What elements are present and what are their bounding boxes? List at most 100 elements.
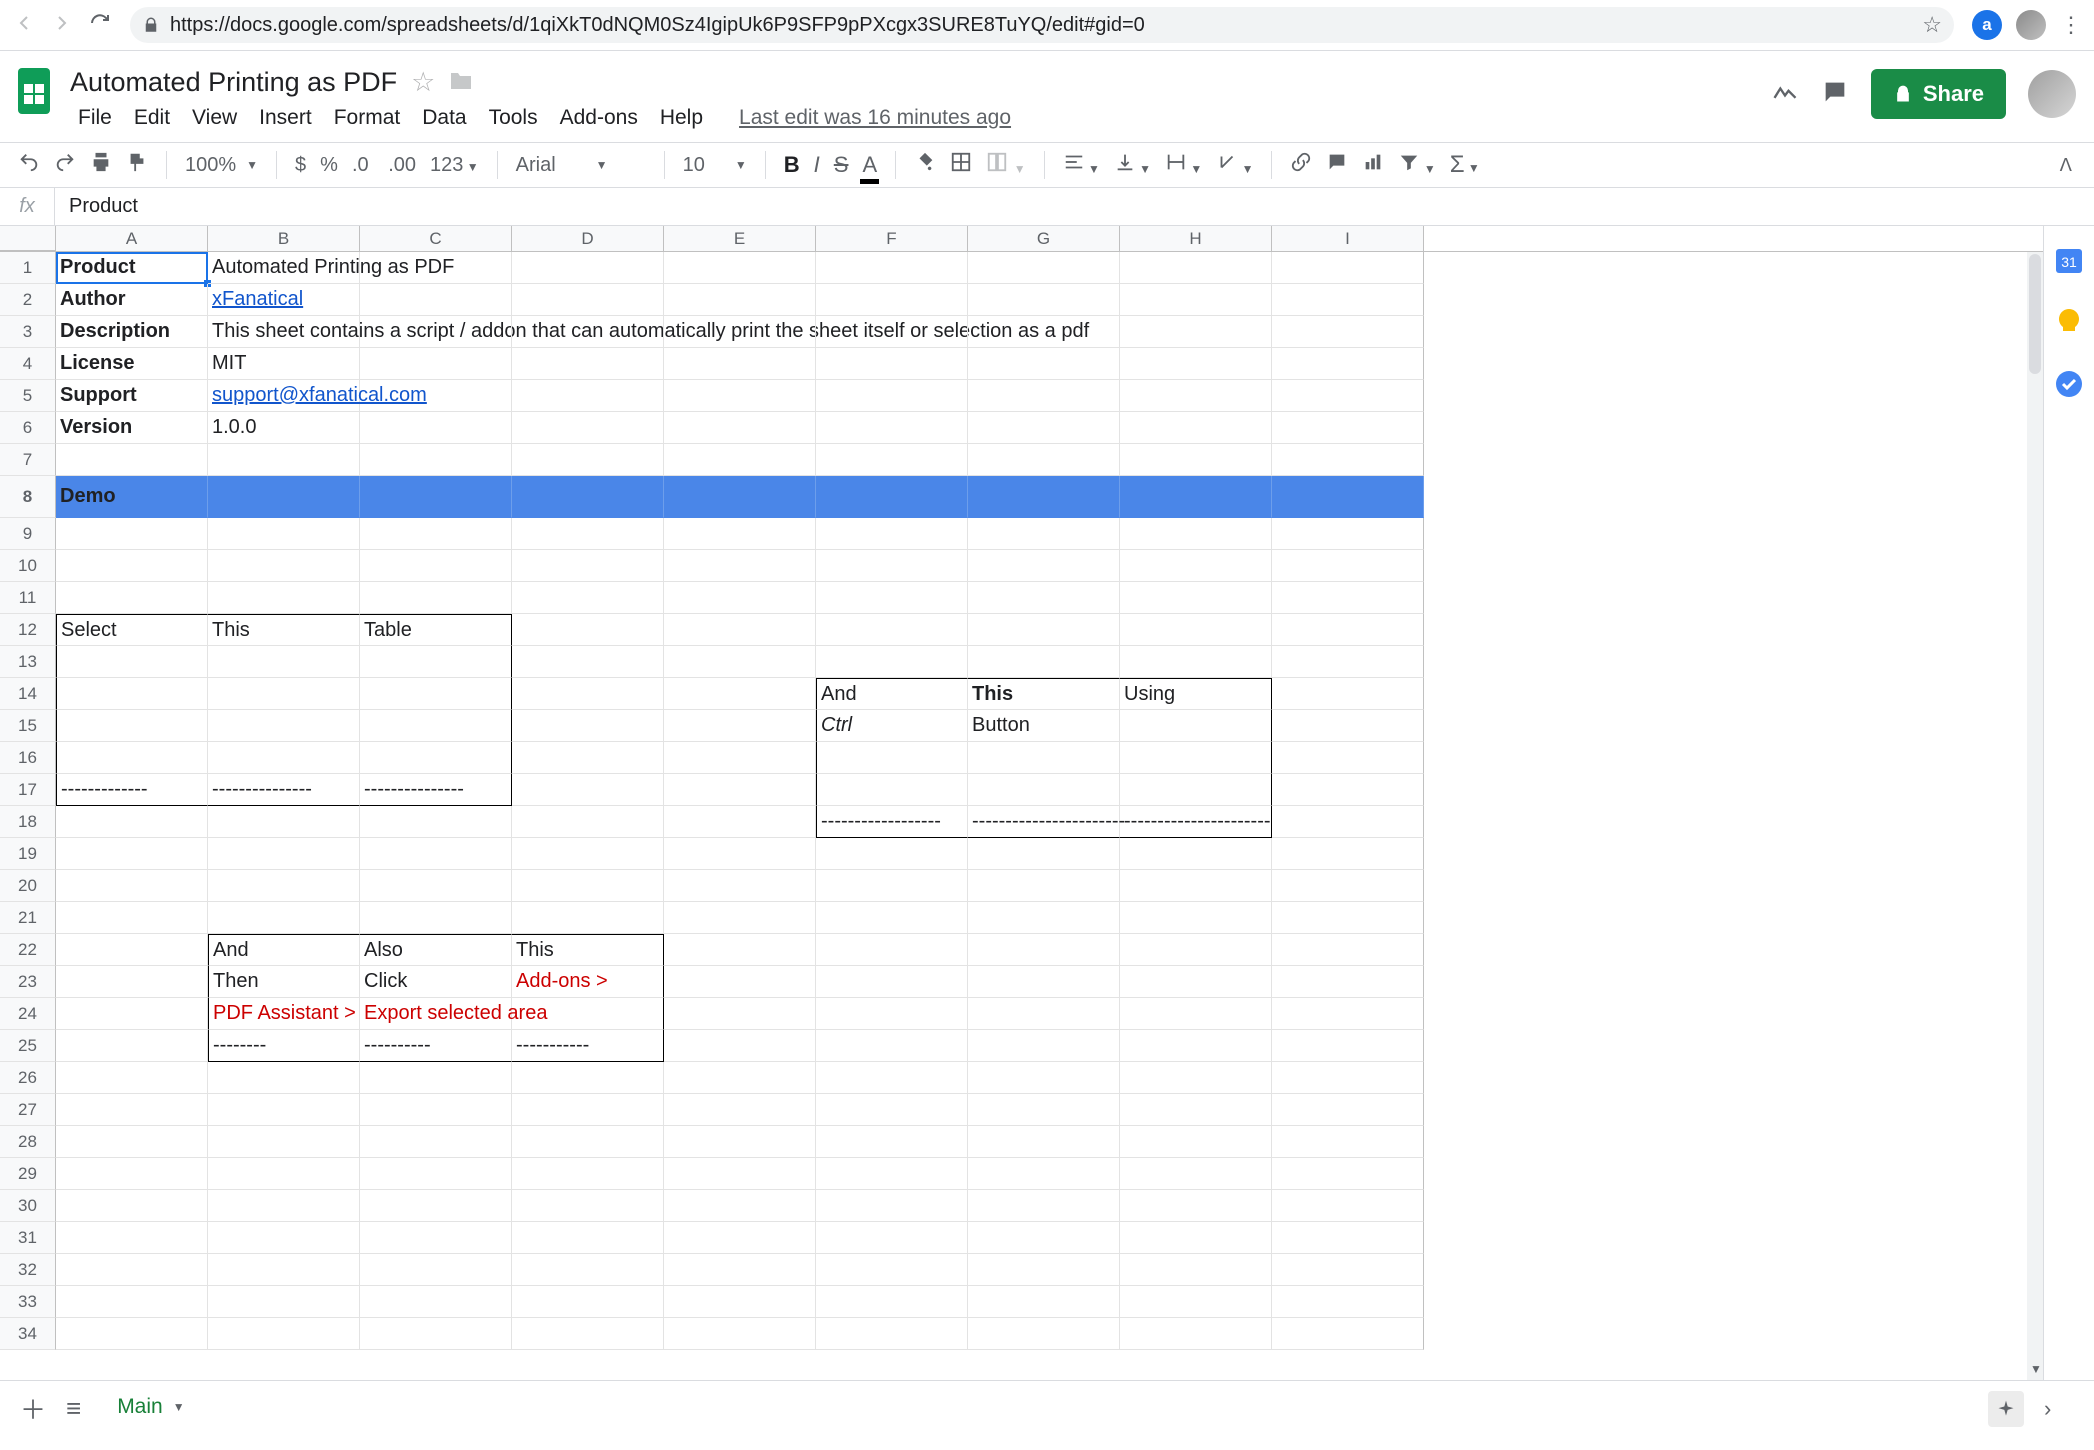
format-percent-icon[interactable]: %: [320, 154, 338, 177]
cell-I19[interactable]: [1272, 838, 1424, 870]
cell-C10[interactable]: [360, 550, 512, 582]
cell-G2[interactable]: [968, 284, 1120, 316]
cell-I23[interactable]: [1272, 966, 1424, 998]
cell-E34[interactable]: [664, 1318, 816, 1350]
cell-D3[interactable]: [512, 316, 664, 348]
cell-B29[interactable]: [208, 1158, 360, 1190]
cell-D4[interactable]: [512, 348, 664, 380]
cell-F32[interactable]: [816, 1254, 968, 1286]
cell-G34[interactable]: [968, 1318, 1120, 1350]
cell-F21[interactable]: [816, 902, 968, 934]
cell-F3[interactable]: [816, 316, 968, 348]
cell-F18[interactable]: ------------------: [816, 806, 968, 838]
cell-A3[interactable]: Description: [56, 316, 208, 348]
cell-B10[interactable]: [208, 550, 360, 582]
row-header-32[interactable]: 32: [0, 1254, 56, 1286]
cell-H6[interactable]: [1120, 412, 1272, 444]
cell-C14[interactable]: [360, 678, 512, 710]
cell-E19[interactable]: [664, 838, 816, 870]
cell-I13[interactable]: [1272, 646, 1424, 678]
cell-B15[interactable]: [208, 710, 360, 742]
calendar-addon-icon[interactable]: 31: [2053, 244, 2085, 276]
cell-A8[interactable]: Demo: [56, 476, 208, 518]
cell-E28[interactable]: [664, 1126, 816, 1158]
cell-H29[interactable]: [1120, 1158, 1272, 1190]
cell-D16[interactable]: [512, 742, 664, 774]
cell-B16[interactable]: [208, 742, 360, 774]
cell-H1[interactable]: [1120, 252, 1272, 284]
cell-C11[interactable]: [360, 582, 512, 614]
cell-D6[interactable]: [512, 412, 664, 444]
cell-A2[interactable]: Author: [56, 284, 208, 316]
row-header-30[interactable]: 30: [0, 1190, 56, 1222]
row-header-34[interactable]: 34: [0, 1318, 56, 1350]
cell-F22[interactable]: [816, 934, 968, 966]
cell-B30[interactable]: [208, 1190, 360, 1222]
row-header-33[interactable]: 33: [0, 1286, 56, 1318]
cell-B24[interactable]: PDF Assistant >: [208, 998, 360, 1030]
cell-C27[interactable]: [360, 1094, 512, 1126]
cell-D10[interactable]: [512, 550, 664, 582]
cell-F1[interactable]: [816, 252, 968, 284]
nav-reload-icon[interactable]: [88, 11, 112, 40]
cell-B19[interactable]: [208, 838, 360, 870]
cell-I34[interactable]: [1272, 1318, 1424, 1350]
cell-F34[interactable]: [816, 1318, 968, 1350]
cell-E29[interactable]: [664, 1158, 816, 1190]
increase-decimal-icon[interactable]: .00: [388, 154, 416, 177]
cell-I15[interactable]: [1272, 710, 1424, 742]
cell-B9[interactable]: [208, 518, 360, 550]
row-header-18[interactable]: 18: [0, 806, 56, 838]
cell-C24[interactable]: Export selected area: [360, 998, 512, 1030]
borders-icon[interactable]: [950, 151, 972, 179]
cell-A32[interactable]: [56, 1254, 208, 1286]
cell-F11[interactable]: [816, 582, 968, 614]
cell-D11[interactable]: [512, 582, 664, 614]
cell-C26[interactable]: [360, 1062, 512, 1094]
select-all-corner[interactable]: [0, 226, 56, 251]
cell-F9[interactable]: [816, 518, 968, 550]
cell-H33[interactable]: [1120, 1286, 1272, 1318]
cell-C15[interactable]: [360, 710, 512, 742]
cell-A27[interactable]: [56, 1094, 208, 1126]
cell-G22[interactable]: [968, 934, 1120, 966]
cell-H10[interactable]: [1120, 550, 1272, 582]
cell-D30[interactable]: [512, 1190, 664, 1222]
cell-H7[interactable]: [1120, 444, 1272, 476]
cell-E5[interactable]: [664, 380, 816, 412]
collapse-toolbar-icon[interactable]: ᐱ: [2060, 155, 2072, 176]
row-header-21[interactable]: 21: [0, 902, 56, 934]
cell-E31[interactable]: [664, 1222, 816, 1254]
cell-D17[interactable]: [512, 774, 664, 806]
cell-C12[interactable]: Table: [360, 614, 512, 646]
cell-C6[interactable]: [360, 412, 512, 444]
row-header-11[interactable]: 11: [0, 582, 56, 614]
sheets-logo-icon[interactable]: [12, 61, 56, 121]
cell-G9[interactable]: [968, 518, 1120, 550]
cell-I24[interactable]: [1272, 998, 1424, 1030]
print-icon[interactable]: [90, 151, 112, 179]
cell-E2[interactable]: [664, 284, 816, 316]
cell-C5[interactable]: [360, 380, 512, 412]
cell-B22[interactable]: And: [208, 934, 360, 966]
comment-icon[interactable]: [1326, 151, 1348, 179]
cell-E10[interactable]: [664, 550, 816, 582]
cell-A34[interactable]: [56, 1318, 208, 1350]
cell-G26[interactable]: [968, 1062, 1120, 1094]
cell-C19[interactable]: [360, 838, 512, 870]
cell-F15[interactable]: Ctrl: [816, 710, 968, 742]
cell-B18[interactable]: [208, 806, 360, 838]
cell-F6[interactable]: [816, 412, 968, 444]
cell-C16[interactable]: [360, 742, 512, 774]
cell-F10[interactable]: [816, 550, 968, 582]
cell-D32[interactable]: [512, 1254, 664, 1286]
cell-I18[interactable]: [1272, 806, 1424, 838]
row-header-1[interactable]: 1: [0, 252, 56, 284]
cell-C29[interactable]: [360, 1158, 512, 1190]
halign-icon[interactable]: ▼: [1063, 151, 1100, 179]
cell-H16[interactable]: [1120, 742, 1272, 774]
fill-color-icon[interactable]: [914, 151, 936, 179]
cell-D25[interactable]: -----------: [512, 1030, 664, 1062]
row-header-24[interactable]: 24: [0, 998, 56, 1030]
cell-E6[interactable]: [664, 412, 816, 444]
